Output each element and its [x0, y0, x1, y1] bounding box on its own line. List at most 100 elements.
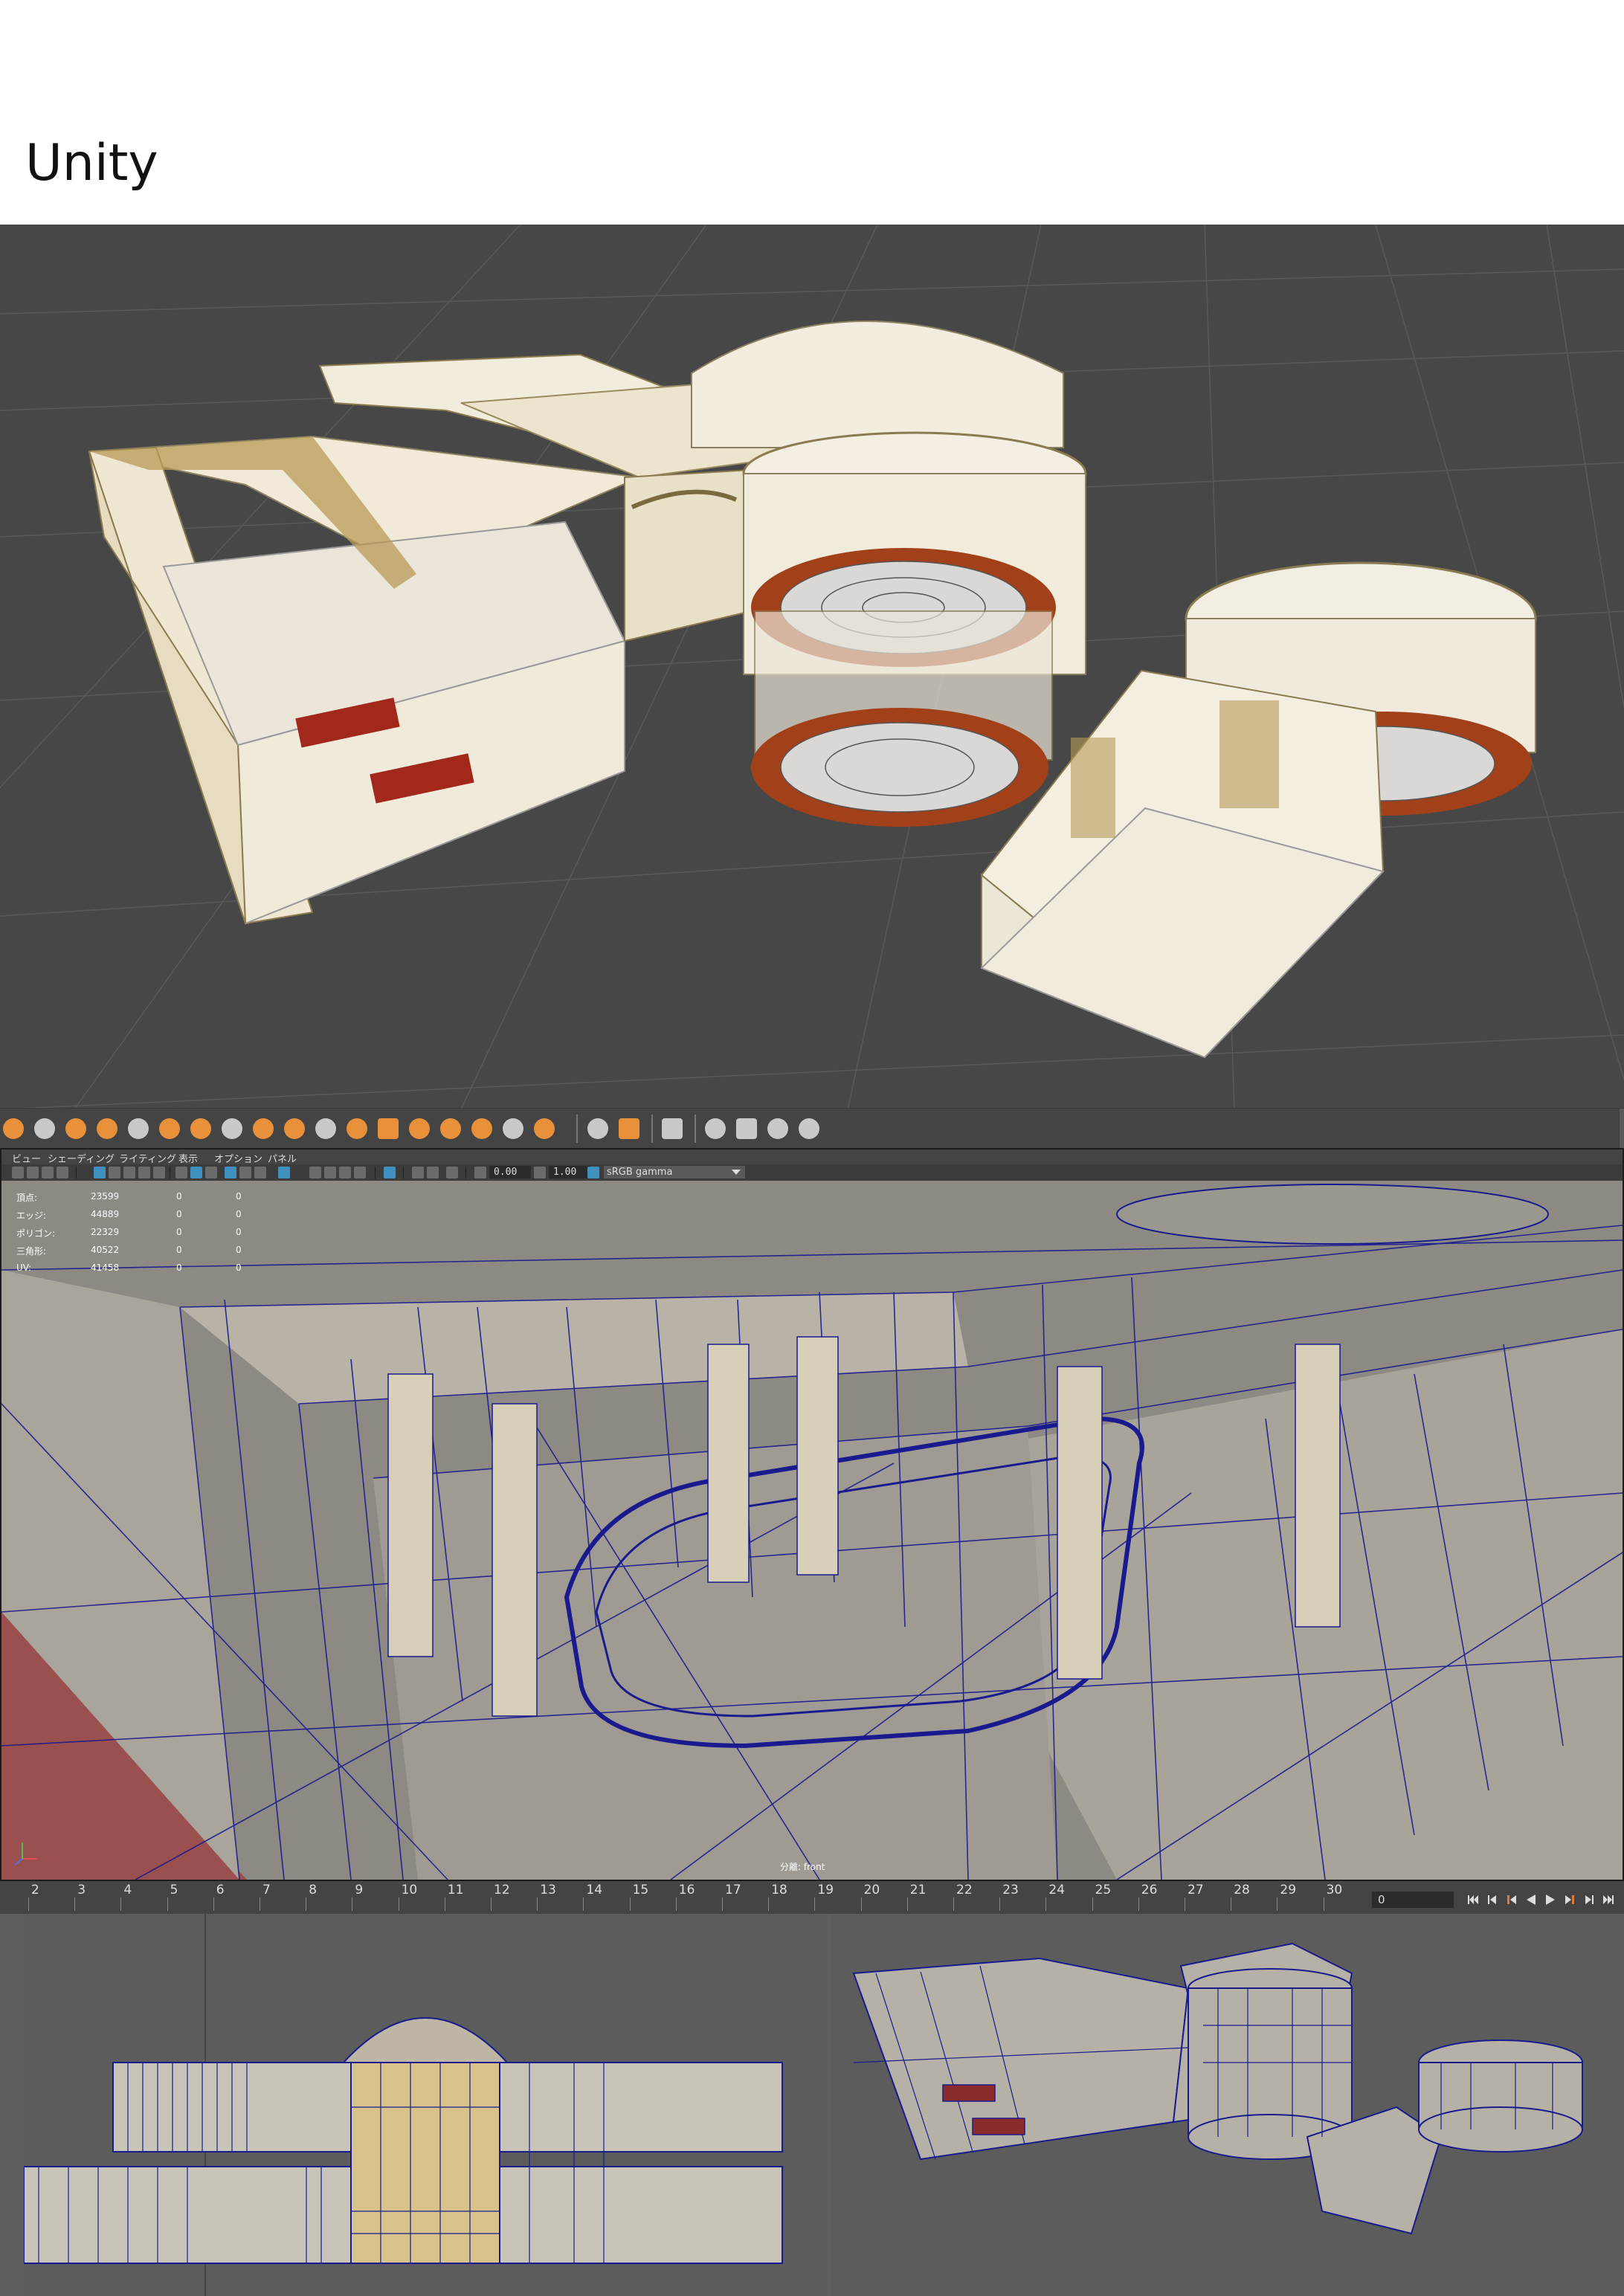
textured-icon[interactable]	[278, 1167, 290, 1178]
cylinder-icon[interactable]	[65, 1118, 86, 1139]
menu-options[interactable]: オプション	[214, 1151, 262, 1165]
type-icon[interactable]	[534, 1118, 555, 1139]
frame-tick	[537, 1897, 538, 1911]
frame-tick	[814, 1897, 816, 1911]
image-plane-icon[interactable]	[57, 1167, 68, 1178]
exposure-icon[interactable]	[474, 1167, 486, 1178]
frame-tick-label: 27	[1188, 1883, 1204, 1897]
hud-value: 22329	[91, 1227, 120, 1237]
pipe-icon[interactable]	[222, 1118, 242, 1139]
hud-selected: 0	[176, 1209, 182, 1219]
gear-icon[interactable]	[284, 1118, 305, 1139]
frame-tick-label: 19	[817, 1883, 834, 1897]
gamma-field[interactable]: 1.00	[549, 1166, 590, 1178]
hud-icon[interactable]	[427, 1167, 439, 1178]
isolate-select-icon[interactable]	[384, 1167, 396, 1178]
color-management-icon[interactable]	[587, 1167, 599, 1178]
menu-panels[interactable]: パネル	[268, 1151, 297, 1165]
hud-selected: 0	[176, 1245, 182, 1255]
viewport-menubar: ビュー シェーディング ライティング 表示 オプション パネル	[1, 1149, 1623, 1165]
platonic-icon[interactable]	[440, 1118, 461, 1139]
step-back-frame-icon[interactable]	[1504, 1892, 1520, 1908]
plane-icon[interactable]	[159, 1118, 180, 1139]
sphere-icon[interactable]	[3, 1118, 24, 1139]
play-back-icon[interactable]	[1523, 1892, 1539, 1908]
disc-icon[interactable]	[190, 1118, 211, 1139]
frame-tick	[906, 1897, 908, 1911]
film-gate-icon[interactable]	[109, 1167, 120, 1178]
ipr-icon[interactable]	[767, 1118, 788, 1139]
timeline-ruler[interactable]: 2 3 4 5 6 7 8 9 10 11 12 13 14 15 16 17 18 19 20 21 22 23 24 25…	[0, 1881, 1368, 1914]
time-slider[interactable]: 2 3 4 5 6 7 8 9 10 11 12 13 14 15 16 17 18 19 20 21 22 23 24 25…	[0, 1881, 1624, 1914]
torus-icon[interactable]	[128, 1118, 149, 1139]
front-view-wireframe	[24, 1914, 783, 2296]
hud-extra: 0	[236, 1191, 242, 1202]
menu-lighting[interactable]: ライティング	[119, 1151, 176, 1165]
ambient-occlusion-icon[interactable]	[339, 1167, 351, 1178]
select-camera-icon[interactable]	[12, 1167, 24, 1178]
resolution-gate-icon[interactable]	[123, 1167, 135, 1178]
exposure-field[interactable]: 0.00	[489, 1166, 531, 1178]
gamma-icon[interactable]	[534, 1167, 546, 1178]
shadows-icon[interactable]	[324, 1167, 336, 1178]
hud-label: 三角形:	[16, 1246, 47, 1257]
frame-tick	[629, 1897, 631, 1911]
field-chart-icon[interactable]	[153, 1167, 165, 1178]
go-to-start-icon[interactable]	[1465, 1892, 1481, 1908]
camera-icon[interactable]	[587, 1118, 608, 1139]
flat-shade-icon[interactable]	[205, 1167, 217, 1178]
step-back-key-icon[interactable]	[1484, 1892, 1501, 1908]
render-view-icon[interactable]	[736, 1118, 757, 1139]
smooth-shade-icon[interactable]	[190, 1167, 202, 1178]
snapshot-icon[interactable]	[705, 1118, 726, 1139]
pyramid-icon[interactable]	[409, 1118, 430, 1139]
soccer-ball-icon[interactable]	[315, 1118, 336, 1139]
cube-icon[interactable]	[34, 1118, 55, 1139]
perspective-view-pane[interactable]	[831, 1914, 1624, 2296]
prism-icon[interactable]	[378, 1118, 399, 1139]
frame-tick-label: 24	[1048, 1883, 1066, 1897]
play-forward-icon[interactable]	[1542, 1892, 1559, 1908]
menu-show[interactable]: 表示	[178, 1151, 198, 1165]
frame-tick-label: 9	[355, 1883, 364, 1897]
frame-all-icon[interactable]	[446, 1167, 458, 1178]
wireframe-on-shaded-icon[interactable]	[225, 1167, 236, 1178]
render-settings-icon[interactable]	[799, 1118, 819, 1139]
cone-icon[interactable]	[97, 1118, 117, 1139]
step-forward-frame-icon[interactable]	[1562, 1892, 1578, 1908]
text-icon[interactable]	[471, 1118, 492, 1139]
gate-mask-icon[interactable]	[138, 1167, 150, 1178]
lights-icon[interactable]	[619, 1118, 639, 1139]
frame-tick-label: 21	[909, 1883, 927, 1897]
frame-tick	[860, 1897, 862, 1911]
go-to-end-icon[interactable]	[1600, 1892, 1617, 1908]
super-ellipse-icon[interactable]	[347, 1118, 367, 1139]
xray-icon[interactable]	[239, 1167, 251, 1178]
main-viewport[interactable]: ビュー シェーディング ライティング 表示 オプション パネル 0.00 1.0…	[0, 1148, 1624, 1881]
current-frame-field[interactable]: 0	[1372, 1892, 1454, 1908]
frame-tick-label: 17	[725, 1883, 741, 1897]
frame-tick-label: 30	[1326, 1883, 1343, 1897]
xray-active-icon[interactable]	[412, 1167, 424, 1178]
grid-icon[interactable]	[94, 1167, 106, 1178]
render-icon[interactable]	[662, 1118, 683, 1139]
menu-view[interactable]: ビュー	[12, 1151, 41, 1165]
xray-joints-icon[interactable]	[254, 1167, 266, 1178]
wireframe-icon[interactable]	[175, 1167, 187, 1178]
frame-tick-label: 20	[863, 1883, 880, 1897]
front-view-pane[interactable]	[24, 1914, 827, 2296]
shelf-separator	[695, 1115, 696, 1143]
helix-icon[interactable]	[253, 1118, 274, 1139]
motion-blur-icon[interactable]	[354, 1167, 366, 1178]
svg-icon[interactable]	[503, 1118, 523, 1139]
use-all-lights-icon[interactable]	[309, 1167, 321, 1178]
camera-attributes-icon[interactable]	[27, 1167, 39, 1178]
shelf-scroll-edge[interactable]	[1620, 1109, 1624, 1149]
bookmark-icon[interactable]	[42, 1167, 54, 1178]
menu-shading[interactable]: シェーディング	[48, 1151, 115, 1165]
frame-tick-label: 4	[123, 1883, 132, 1897]
color-space-select[interactable]: sRGB gamma	[604, 1166, 745, 1178]
step-forward-key-icon[interactable]	[1581, 1892, 1597, 1908]
bottom-panes	[0, 1914, 1624, 2296]
frame-tick-label: 8	[309, 1883, 318, 1897]
